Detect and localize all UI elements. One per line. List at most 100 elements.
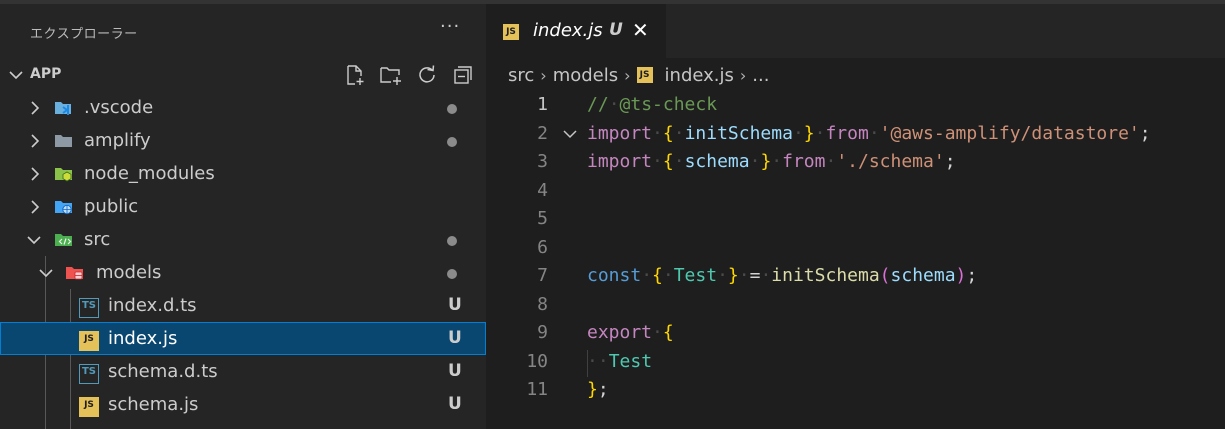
folder-icon	[55, 135, 72, 147]
code-text: };	[587, 379, 609, 400]
tree-item-vscode[interactable]: .vscode	[0, 91, 486, 124]
vscode-folder-icon	[55, 102, 71, 115]
breadcrumb-separator: ›	[624, 65, 631, 85]
workspace-section-header[interactable]: APP	[0, 58, 486, 91]
tree-item-schema-d-ts[interactable]: TS schema.d.ts U	[0, 355, 486, 388]
untracked-badge: U	[448, 394, 462, 414]
code-line[interactable]: 1 //·@ts-check	[486, 90, 1225, 119]
explorer-title: エクスプローラー	[30, 27, 138, 42]
code-line[interactable]: 7 const·{·Test·}·=·initSchema(schema);	[486, 261, 1225, 290]
new-file-icon[interactable]	[343, 62, 367, 88]
chevron-right-icon	[31, 200, 40, 214]
typescript-file-icon: TS	[79, 364, 99, 384]
tab-label: index.js	[533, 20, 603, 41]
editor-area: JS index.js U ✕ src › models › JS index.…	[486, 4, 1225, 429]
tree-item-public[interactable]: public	[0, 190, 486, 223]
tree-item-label: index.js	[108, 328, 178, 349]
tree-item-label: models	[96, 262, 162, 283]
tab-untracked-badge: U	[609, 20, 623, 40]
tree-item-index-d-ts[interactable]: TS index.d.ts U	[0, 289, 486, 322]
vscode-window: エクスプローラー ··· APP .vscode amplify node_mo…	[0, 0, 1225, 429]
modified-dot	[447, 269, 457, 279]
line-number: 9	[537, 322, 548, 343]
line-number: 10	[526, 350, 548, 372]
code-line[interactable]: 3 import·{·schema·}·from·'./schema';	[486, 147, 1225, 176]
line-number: 1	[537, 94, 548, 115]
tree-item-schema-js[interactable]: JS schema.js U	[0, 388, 486, 421]
explorer-sidebar: エクスプローラー ··· APP .vscode amplify node_mo…	[0, 4, 486, 429]
line-number: 2	[537, 122, 548, 144]
code-line[interactable]: 5	[486, 204, 1225, 233]
section-actions	[343, 62, 487, 88]
code-line[interactable]: 2 import·{·initSchema·}·from·'@aws-ampli…	[486, 119, 1225, 148]
code-text: //·@ts-check	[587, 94, 718, 115]
javascript-file-icon: JS	[503, 24, 519, 40]
javascript-file-icon: JS	[636, 67, 653, 83]
breadcrumb-separator: ›	[540, 65, 547, 85]
javascript-file-icon: JS	[79, 397, 99, 417]
tree-item-label: index.d.ts	[108, 295, 197, 316]
tree-item-node-modules[interactable]: node_modules	[0, 157, 486, 190]
tree-item-amplify[interactable]: amplify	[0, 124, 486, 157]
chevron-down-icon	[27, 236, 41, 245]
breadcrumb-item-src[interactable]: src	[508, 65, 534, 86]
node-folder-icon	[55, 168, 72, 182]
code-text: ··Test	[587, 350, 653, 372]
new-folder-icon[interactable]	[379, 62, 403, 88]
breadcrumb-separator: ›	[739, 65, 747, 85]
untracked-badge: U	[448, 328, 462, 348]
breadcrumb: src › models › JS index.js › ...	[508, 64, 769, 86]
fold-chevron-icon[interactable]	[562, 127, 578, 141]
tab-bar: JS index.js U ✕	[486, 4, 1225, 58]
tree-item-index-js[interactable]: JS index.js U	[0, 322, 486, 355]
more-actions-icon[interactable]: ···	[440, 16, 460, 37]
code-text: const·{·Test·}·=·initSchema(schema);	[587, 265, 978, 286]
modified-dot	[447, 104, 457, 114]
javascript-file-icon: JS	[79, 331, 99, 351]
typescript-file-icon: TS	[79, 298, 99, 318]
breadcrumb-item-file[interactable]: index.js	[665, 65, 734, 86]
code-line[interactable]: 11 };	[486, 375, 1225, 404]
tree-item-label: schema.js	[108, 394, 199, 415]
chevron-down-icon	[39, 269, 53, 278]
tree-item-models[interactable]: models	[0, 256, 486, 289]
untracked-badge: U	[448, 295, 462, 315]
tab-index-js[interactable]: JS index.js U ✕	[486, 4, 666, 58]
code-text: export·{	[587, 322, 674, 343]
tree-item-label: node_modules	[84, 163, 215, 184]
explorer-header: エクスプローラー ···	[0, 4, 486, 58]
tree-item-src[interactable]: src	[0, 223, 486, 256]
code-text: import·{·initSchema·}·from·'@aws-amplify…	[587, 122, 1151, 144]
chevron-right-icon	[31, 134, 40, 148]
modified-dot	[447, 137, 457, 147]
line-number: 8	[537, 293, 548, 315]
line-number: 5	[537, 208, 548, 229]
untracked-badge: U	[448, 361, 462, 381]
code-text: import·{·schema·}·from·'./schema';	[587, 151, 956, 172]
tree-item-label: public	[84, 196, 139, 217]
line-number: 11	[526, 379, 548, 400]
chevron-right-icon	[31, 101, 40, 115]
line-number: 4	[537, 179, 548, 201]
code-line[interactable]: 10 ··Test	[486, 347, 1225, 376]
breadcrumb-item-models[interactable]: models	[553, 65, 618, 86]
close-icon[interactable]: ✕	[632, 18, 649, 42]
models-folder-icon	[66, 267, 83, 280]
breadcrumb-item-symbols[interactable]: ...	[752, 65, 769, 86]
tree-item-label: .vscode	[84, 97, 154, 118]
tree-item-label: amplify	[84, 130, 151, 151]
modified-dot	[447, 236, 457, 246]
src-folder-icon	[55, 234, 72, 246]
code-line[interactable]: 8	[486, 290, 1225, 319]
line-number: 3	[537, 151, 548, 172]
tree-item-label: src	[84, 229, 111, 250]
refresh-icon[interactable]	[415, 62, 439, 88]
chevron-right-icon	[31, 167, 40, 181]
collapse-all-icon[interactable]	[451, 62, 475, 88]
public-folder-icon	[55, 201, 72, 215]
code-line[interactable]: 4	[486, 176, 1225, 205]
code-line[interactable]: 6	[486, 233, 1225, 262]
code-line[interactable]: 9 export·{	[486, 318, 1225, 347]
line-number: 7	[537, 265, 548, 286]
workspace-title: APP	[30, 66, 62, 82]
